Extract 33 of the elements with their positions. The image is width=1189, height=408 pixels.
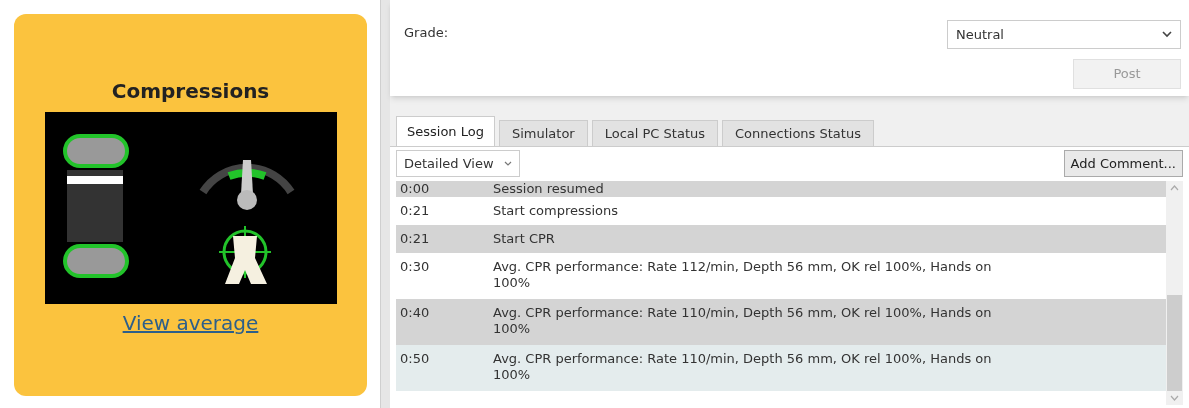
scrollbar-thumb[interactable]: [1167, 295, 1182, 391]
chevron-down-icon: [503, 161, 512, 166]
log-time: 0:00: [399, 181, 431, 197]
chevron-down-icon: [1170, 395, 1179, 401]
log-row[interactable]: 0:21 Start CPR: [396, 225, 1166, 253]
log-time: 0:21: [399, 203, 431, 219]
log-time: 0:40: [399, 305, 431, 322]
chevron-up-icon: [1170, 185, 1179, 191]
log-message: Start CPR: [493, 231, 556, 247]
log-message: Session resumed: [493, 181, 605, 197]
chevron-down-icon: [1162, 31, 1172, 38]
grade-dropdown[interactable]: Neutral: [947, 20, 1181, 49]
splitter[interactable]: [380, 0, 390, 408]
tab[interactable]: Connections Status: [722, 120, 874, 146]
add-comment-button[interactable]: Add Comment...: [1063, 150, 1183, 177]
grade-label: Grade:: [404, 24, 448, 42]
log-message: Start compressions: [493, 203, 620, 219]
log-time: 0:30: [399, 259, 431, 276]
view-dropdown[interactable]: Detailed View: [396, 150, 520, 177]
log-message: Avg. CPR performance: Rate 110/min, Depth 56 mm, OK rel 100%, Hands on 100%: [493, 305, 993, 338]
card-title: Compressions: [111, 78, 270, 105]
scrollbar[interactable]: [1166, 181, 1183, 405]
log-time: 0:50: [399, 351, 431, 368]
tab[interactable]: Simulator: [498, 120, 588, 146]
log-message: Avg. CPR performance: Rate 110/min, Depth 56 mm, OK rel 100%, Hands on 100%: [493, 351, 993, 384]
tab[interactable]: Session Log: [396, 116, 495, 146]
log-row[interactable]: 0:00 Session resumed: [396, 181, 1166, 197]
tab[interactable]: Local PC Status: [591, 120, 718, 146]
log-time: 0:21: [399, 231, 431, 247]
log-message: Avg. CPR performance: Rate 112/min, Depth 56 mm, OK rel 100%, Hands on 100%: [493, 259, 993, 292]
log-row[interactable]: 0:50 Avg. CPR performance: Rate 110/min, Depth 56 mm, OK rel 100%, Hands on 100%: [396, 345, 1166, 391]
view-average-link[interactable]: View average: [122, 308, 259, 338]
log-row[interactable]: 0:40 Avg. CPR performance: Rate 110/min, Depth 56 mm, OK rel 100%, Hands on 100%: [396, 299, 1166, 345]
